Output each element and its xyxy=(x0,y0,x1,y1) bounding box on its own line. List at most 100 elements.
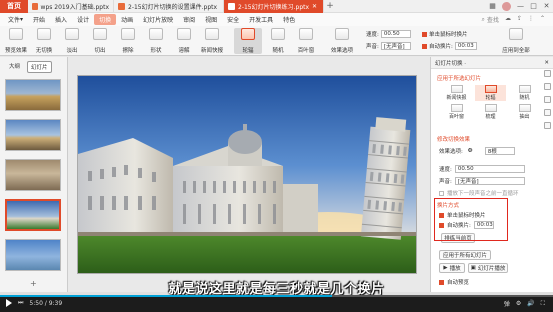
search-box[interactable]: ⌕ 查找 xyxy=(482,15,499,25)
slideshow-button[interactable]: ▣ 幻灯片播放 xyxy=(468,263,508,273)
sound-row: 声音: [无声音] xyxy=(439,177,525,185)
next-icon[interactable]: ⏭ xyxy=(18,299,23,307)
danmaku-icon[interactable]: 弹 xyxy=(504,299,510,308)
loop-sound-row[interactable]: 播放下一段声音之前一直循环 xyxy=(439,189,519,197)
tab-outline[interactable]: 大纲 xyxy=(6,61,23,73)
auto-advance-checkbox[interactable] xyxy=(422,43,427,49)
pane-effect-newsflash[interactable]: 新闻快报 xyxy=(441,85,472,101)
menu-insert[interactable]: 插入 xyxy=(50,13,72,26)
slide-thumbnail[interactable] xyxy=(5,159,61,191)
effect-newsflash[interactable]: 新闻快报 xyxy=(198,28,226,54)
menu-file[interactable]: 文件 ▾ xyxy=(3,13,28,26)
loop-sound-label: 播放下一段声音之前一直循环 xyxy=(447,191,519,197)
effect-shape[interactable]: 形状 xyxy=(142,28,170,54)
fullscreen-icon[interactable]: ⛶ xyxy=(541,300,545,308)
effect-random[interactable]: 随机 xyxy=(264,28,292,54)
minimize-icon[interactable]: — xyxy=(514,0,527,13)
doc-tab-3[interactable]: 2-15幻灯片切换练习.pptx ✕ xyxy=(224,0,324,13)
doc-tab-2[interactable]: 2-15幻灯片切换的设置课件.pptx xyxy=(114,0,224,13)
transition-newsflash-icon xyxy=(205,28,219,40)
pane-effect-wheel[interactable]: 轮辐 xyxy=(475,85,506,101)
effect-options-button[interactable]: 效果选项 xyxy=(326,28,358,54)
menu-review[interactable]: 审阅 xyxy=(178,13,200,26)
format-icon[interactable] xyxy=(544,83,551,90)
sound-select[interactable]: [无声音] xyxy=(454,177,525,185)
apply-all-button[interactable]: 应用于所有幻灯片 xyxy=(439,250,491,260)
settings-icon[interactable]: ⚙ xyxy=(516,300,521,307)
menu-file-label: 文件 xyxy=(8,17,21,24)
speed-input[interactable]: 00.50 xyxy=(454,165,525,173)
effect-none[interactable]: 无切换 xyxy=(30,28,58,54)
avatar[interactable] xyxy=(502,1,511,11)
close-tab-icon[interactable]: ✕ xyxy=(312,3,317,10)
slide-thumbnail-selected[interactable] xyxy=(5,199,61,231)
effect-fade[interactable]: 淡出 xyxy=(58,28,86,54)
transition-fade-icon xyxy=(65,28,79,40)
animation-icon[interactable] xyxy=(544,96,551,103)
progress-fill xyxy=(0,295,332,297)
menu-features[interactable]: 特色 xyxy=(278,13,300,26)
effect-options-icon xyxy=(335,28,349,40)
menu-animation[interactable]: 动画 xyxy=(116,13,138,26)
side-toolbar xyxy=(542,70,553,220)
settings-icon[interactable] xyxy=(544,122,551,129)
select-icon[interactable] xyxy=(544,70,551,77)
home-tab[interactable]: 首页 xyxy=(0,0,28,13)
search-label: 查找 xyxy=(486,17,499,24)
share-icon[interactable]: ⇪ xyxy=(517,15,522,24)
effect-label: 淡出 xyxy=(66,48,78,54)
slide-thumbnail[interactable] xyxy=(5,119,61,151)
more-icon[interactable]: ⋮ xyxy=(528,15,534,24)
play-label: 播放 xyxy=(449,266,461,272)
close-icon[interactable]: ✕ xyxy=(540,0,553,13)
menu-developer[interactable]: 开发工具 xyxy=(244,13,278,26)
menu-slideshow[interactable]: 幻灯片放映 xyxy=(138,13,178,26)
menu-security[interactable]: 安全 xyxy=(222,13,244,26)
speed-input[interactable]: 00.50 xyxy=(380,30,411,38)
pane-effect-blinds[interactable]: 百叶窗 xyxy=(441,104,472,120)
tab-slides[interactable]: 幻灯片 xyxy=(27,61,52,73)
slide-thumbnail[interactable] xyxy=(5,79,61,111)
pane-effect-pull[interactable]: 抽出 xyxy=(509,104,540,120)
on-click-row[interactable]: 单击鼠标时换片 xyxy=(422,30,468,38)
maximize-icon[interactable]: □ xyxy=(527,0,540,13)
new-tab-button[interactable]: + xyxy=(324,1,336,11)
menu-start[interactable]: 开始 xyxy=(28,13,50,26)
pane-effect-comb[interactable]: 梳理 xyxy=(475,104,506,120)
effect-label: 轮辐 xyxy=(242,48,254,54)
cloud-icon[interactable]: ☁ xyxy=(505,15,511,24)
collapse-icon[interactable]: ⌃ xyxy=(540,15,545,24)
effect-wheel[interactable]: 轮辐 xyxy=(234,28,262,54)
auto-advance-row[interactable]: 自动换片: 00:03 xyxy=(422,42,477,50)
layout-icon[interactable]: ▦ xyxy=(486,0,499,13)
preview-button[interactable]: 预览效果 xyxy=(2,28,30,54)
apply-all-button[interactable]: 应用到全部 xyxy=(498,28,534,54)
effect-label: 溶解 xyxy=(178,48,190,54)
doc-tab-1[interactable]: wps 2019入门基础.pptx xyxy=(28,0,114,13)
effect-options-row: 效果选项: ❂ 8根 xyxy=(439,147,515,155)
volume-icon[interactable]: 🔊 xyxy=(527,300,534,307)
transition-icon[interactable] xyxy=(544,109,551,116)
effect-cut[interactable]: 切出 xyxy=(86,28,114,54)
slide-canvas[interactable] xyxy=(77,75,417,274)
effect-wipe[interactable]: 擦除 xyxy=(114,28,142,54)
pane-effect-random[interactable]: 随机 xyxy=(509,85,540,101)
play-button[interactable]: ▶ 播放 xyxy=(439,263,465,273)
effect-options-select[interactable]: 8根 xyxy=(484,147,515,155)
sound-select[interactable]: [无声音] xyxy=(380,42,411,50)
auto-advance-input[interactable]: 00:03 xyxy=(454,42,477,50)
on-click-checkbox[interactable] xyxy=(422,31,427,37)
menu-transition[interactable]: 切换 xyxy=(94,14,117,25)
video-left-controls: ⏭ 5:50 / 9:39 xyxy=(6,299,62,307)
title-tab-bar: 首页 wps 2019入门基础.pptx 2-15幻灯片切换的设置课件.pptx… xyxy=(0,0,553,13)
transition-blinds-icon xyxy=(299,28,313,40)
play-icon[interactable] xyxy=(6,299,12,307)
loop-sound-checkbox[interactable] xyxy=(439,190,444,196)
slide-thumbnail[interactable] xyxy=(5,239,61,271)
effect-blinds[interactable]: 百叶窗 xyxy=(292,28,320,54)
close-pane-icon[interactable]: ✕ xyxy=(544,60,549,66)
menu-design[interactable]: 设计 xyxy=(72,13,94,26)
transition-wheel-icon xyxy=(241,28,255,40)
effect-dissolve[interactable]: 溶解 xyxy=(170,28,198,54)
menu-view[interactable]: 视图 xyxy=(200,13,222,26)
